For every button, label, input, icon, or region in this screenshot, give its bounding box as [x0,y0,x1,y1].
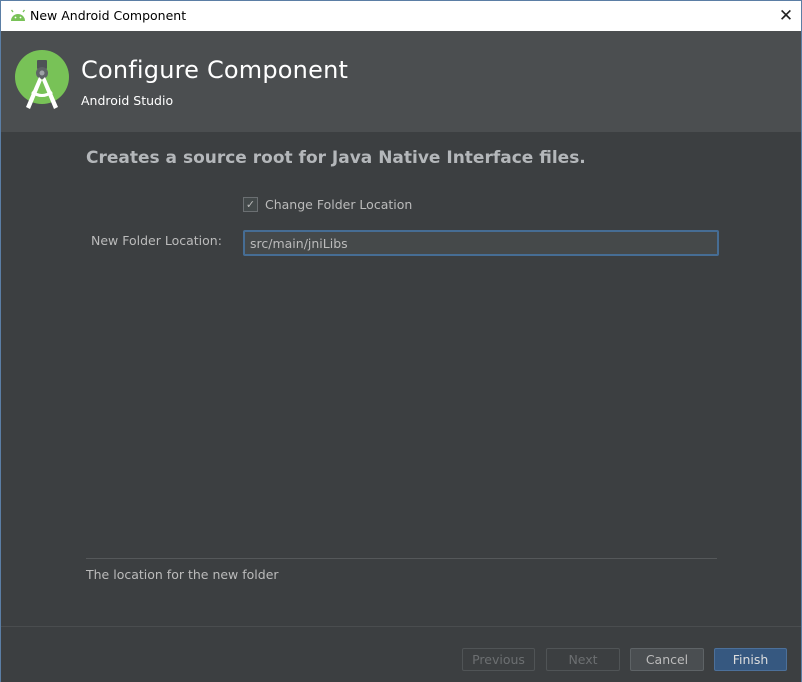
page-title: Configure Component [81,56,349,84]
new-folder-location-input[interactable] [243,230,719,256]
wizard-content: Creates a source root for Java Native In… [1,132,801,626]
previous-button[interactable]: Previous [462,648,535,671]
page-subtitle: Android Studio [81,93,174,108]
help-text: The location for the new folder [86,567,279,582]
button-bar: Previous Next Cancel Finish [1,626,801,682]
change-folder-location-checkbox[interactable]: ✓ Change Folder Location [243,197,412,212]
title-bar: New Android Component ✕ [1,1,801,31]
close-icon: ✕ [778,6,794,26]
step-description: Creates a source root for Java Native In… [86,148,586,168]
next-button[interactable]: Next [546,648,620,671]
new-folder-location-label: New Folder Location: [91,233,222,248]
checkbox-label: Change Folder Location [265,197,413,212]
window-title: New Android Component [30,8,187,23]
checkbox-box[interactable]: ✓ [243,197,258,212]
close-button[interactable]: ✕ [771,1,801,31]
android-icon [10,9,26,21]
android-studio-logo-icon [15,50,69,109]
check-icon: ✓ [245,198,256,211]
cancel-button[interactable]: Cancel [630,648,704,671]
dialog-window: New Android Component ✕ Configure Compon… [0,0,802,682]
finish-button[interactable]: Finish [714,648,787,671]
wizard-header: Configure Component Android Studio [1,31,801,132]
divider [86,558,717,559]
